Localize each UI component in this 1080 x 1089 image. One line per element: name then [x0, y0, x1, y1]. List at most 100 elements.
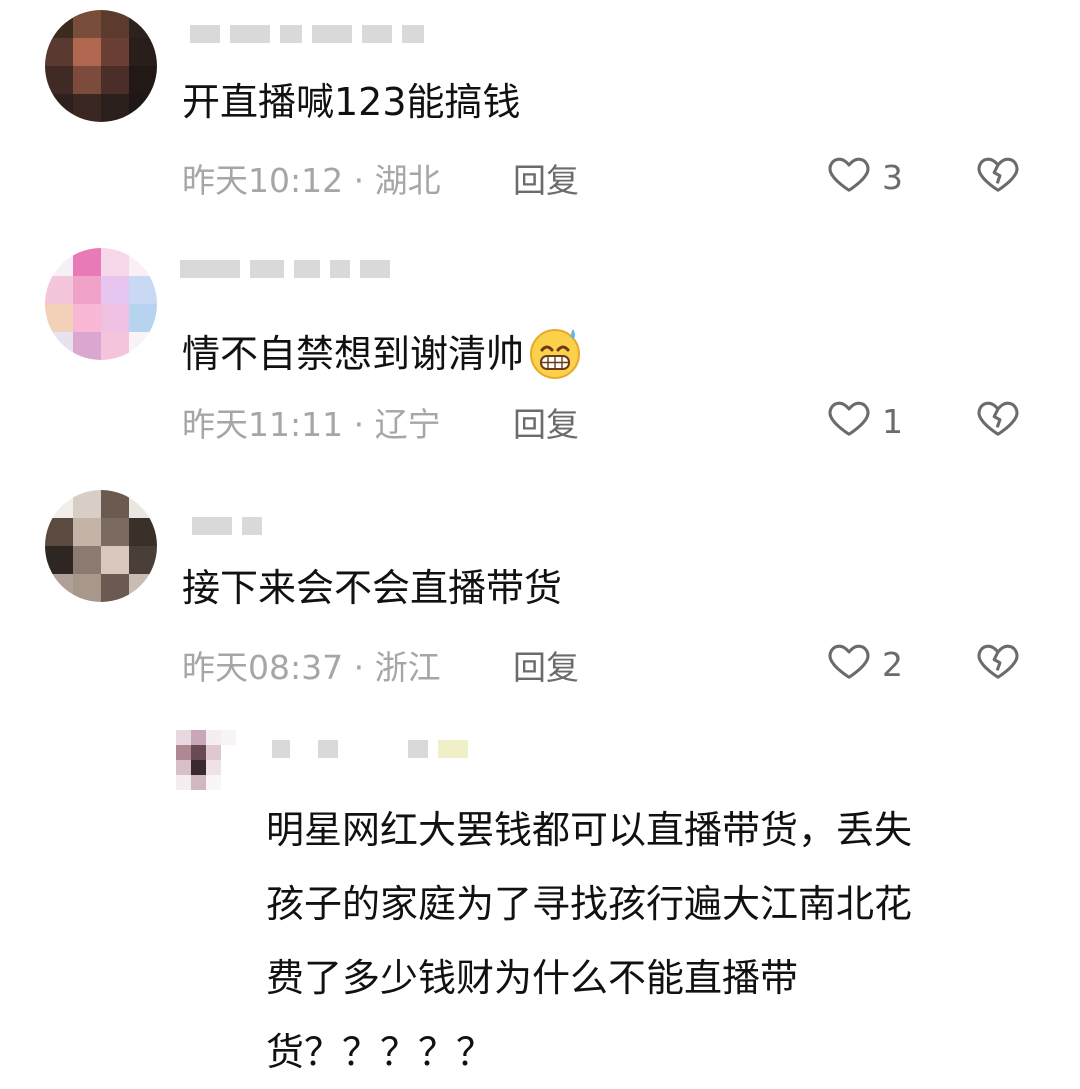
avatar[interactable] — [45, 10, 157, 122]
reply-text-line: 明星网红大罢钱都可以直播带货，丢失 — [266, 808, 913, 852]
like-count: 1 — [882, 401, 903, 441]
like-count: 3 — [882, 157, 903, 197]
comment-location: 辽宁 — [374, 405, 441, 444]
avatar-pixel — [129, 276, 157, 304]
avatar-pixel — [73, 518, 101, 546]
avatar-pixel — [73, 490, 101, 518]
avatar-pixel — [101, 248, 129, 276]
heart-icon — [826, 150, 872, 204]
reply-button[interactable]: 回复 — [513, 641, 579, 689]
reply-text-line: 费了多少钱财为什么不能直播带 — [266, 956, 799, 1000]
avatar-pixel — [206, 730, 221, 745]
avatar-pixel — [73, 546, 101, 574]
avatar[interactable] — [176, 730, 236, 790]
avatar-pixel — [101, 574, 129, 602]
avatar[interactable] — [45, 248, 157, 360]
comment-meta: 昨天10:12 · 湖北 — [182, 154, 441, 202]
avatar-pixel — [73, 574, 101, 602]
avatar-pixel — [129, 490, 157, 518]
avatar-pixel — [45, 38, 73, 66]
comment-text: 情不自禁想到谢清帅 — [182, 323, 584, 390]
avatar-pixel — [73, 94, 101, 122]
avatar-pixel — [191, 730, 206, 745]
comment-meta: 昨天11:11 · 辽宁 — [182, 398, 441, 446]
avatar-pixel — [45, 546, 73, 574]
avatar-pixel — [45, 248, 73, 276]
avatar-pixel — [45, 332, 73, 360]
avatar-pixel — [45, 490, 73, 518]
reply-button[interactable]: 回复 — [513, 398, 579, 446]
comment-time: 昨天08:37 — [182, 648, 344, 687]
avatar-pixel — [191, 745, 206, 760]
avatar-pixel — [73, 38, 101, 66]
heart-icon — [826, 394, 872, 448]
avatar-pixel — [221, 775, 236, 790]
username-masked[interactable] — [272, 738, 468, 760]
avatar[interactable] — [45, 490, 157, 602]
sweat-grin-emoji-icon — [526, 323, 584, 390]
avatar-pixel — [101, 546, 129, 574]
avatar-pixel — [101, 332, 129, 360]
reply-button[interactable]: 回复 — [513, 154, 579, 202]
avatar-pixel — [129, 546, 157, 574]
avatar-pixel — [101, 518, 129, 546]
avatar-pixel — [45, 304, 73, 332]
avatar-pixel — [129, 248, 157, 276]
reply-text-line: 货？？？？？ — [266, 1030, 495, 1074]
avatar-pixel — [206, 745, 221, 760]
avatar-pixel — [129, 10, 157, 38]
reply-text: 明星网红大罢钱都可以直播带货，丢失 孩子的家庭为了寻找孩行遍大江南北花 费了多少… — [266, 793, 1046, 1089]
comment-meta: 昨天08:37 · 浙江 — [182, 641, 441, 689]
avatar-pixel — [176, 745, 191, 760]
username-masked[interactable] — [190, 23, 424, 45]
avatar-pixel — [101, 94, 129, 122]
avatar-pixel — [73, 248, 101, 276]
meta-separator: · — [343, 161, 375, 200]
avatar-pixel — [45, 94, 73, 122]
like-count: 2 — [882, 644, 903, 684]
like-button[interactable]: 1 — [826, 394, 903, 448]
avatar-pixel — [101, 10, 129, 38]
avatar-pixel — [73, 276, 101, 304]
username-masked[interactable] — [180, 258, 390, 280]
avatar-pixel — [129, 574, 157, 602]
heart-icon — [826, 637, 872, 691]
avatar-pixel — [221, 760, 236, 775]
avatar-pixel — [101, 38, 129, 66]
broken-heart-icon[interactable] — [975, 150, 1021, 200]
avatar-pixel — [101, 304, 129, 332]
reply-text-line: 孩子的家庭为了寻找孩行遍大江南北花 — [266, 882, 913, 926]
avatar-pixel — [45, 66, 73, 94]
like-button[interactable]: 2 — [826, 637, 903, 691]
meta-separator: · — [343, 648, 375, 687]
avatar-pixel — [73, 10, 101, 38]
comment-location: 湖北 — [374, 161, 441, 200]
comment-text: 接下来会不会直播带货 — [182, 566, 563, 610]
username-masked[interactable] — [192, 515, 262, 537]
avatar-pixel — [73, 332, 101, 360]
avatar-pixel — [45, 276, 73, 304]
avatar-pixel — [73, 66, 101, 94]
avatar-pixel — [129, 518, 157, 546]
avatar-pixel — [129, 66, 157, 94]
avatar-pixel — [129, 94, 157, 122]
meta-separator: · — [343, 405, 375, 444]
avatar-pixel — [45, 574, 73, 602]
broken-heart-icon[interactable] — [975, 394, 1021, 444]
avatar-pixel — [129, 332, 157, 360]
avatar-pixel — [45, 518, 73, 546]
avatar-pixel — [45, 10, 73, 38]
broken-heart-icon[interactable] — [975, 637, 1021, 687]
avatar-pixel — [129, 304, 157, 332]
avatar-pixel — [206, 775, 221, 790]
avatar-pixel — [191, 760, 206, 775]
avatar-pixel — [101, 276, 129, 304]
like-button[interactable]: 3 — [826, 150, 903, 204]
avatar-pixel — [73, 304, 101, 332]
comment-text-body: 情不自禁想到谢清帅 — [182, 332, 525, 376]
avatar-pixel — [176, 730, 191, 745]
avatar-pixel — [221, 730, 236, 745]
avatar-pixel — [206, 760, 221, 775]
avatar-pixel — [191, 775, 206, 790]
avatar-pixel — [221, 745, 236, 760]
